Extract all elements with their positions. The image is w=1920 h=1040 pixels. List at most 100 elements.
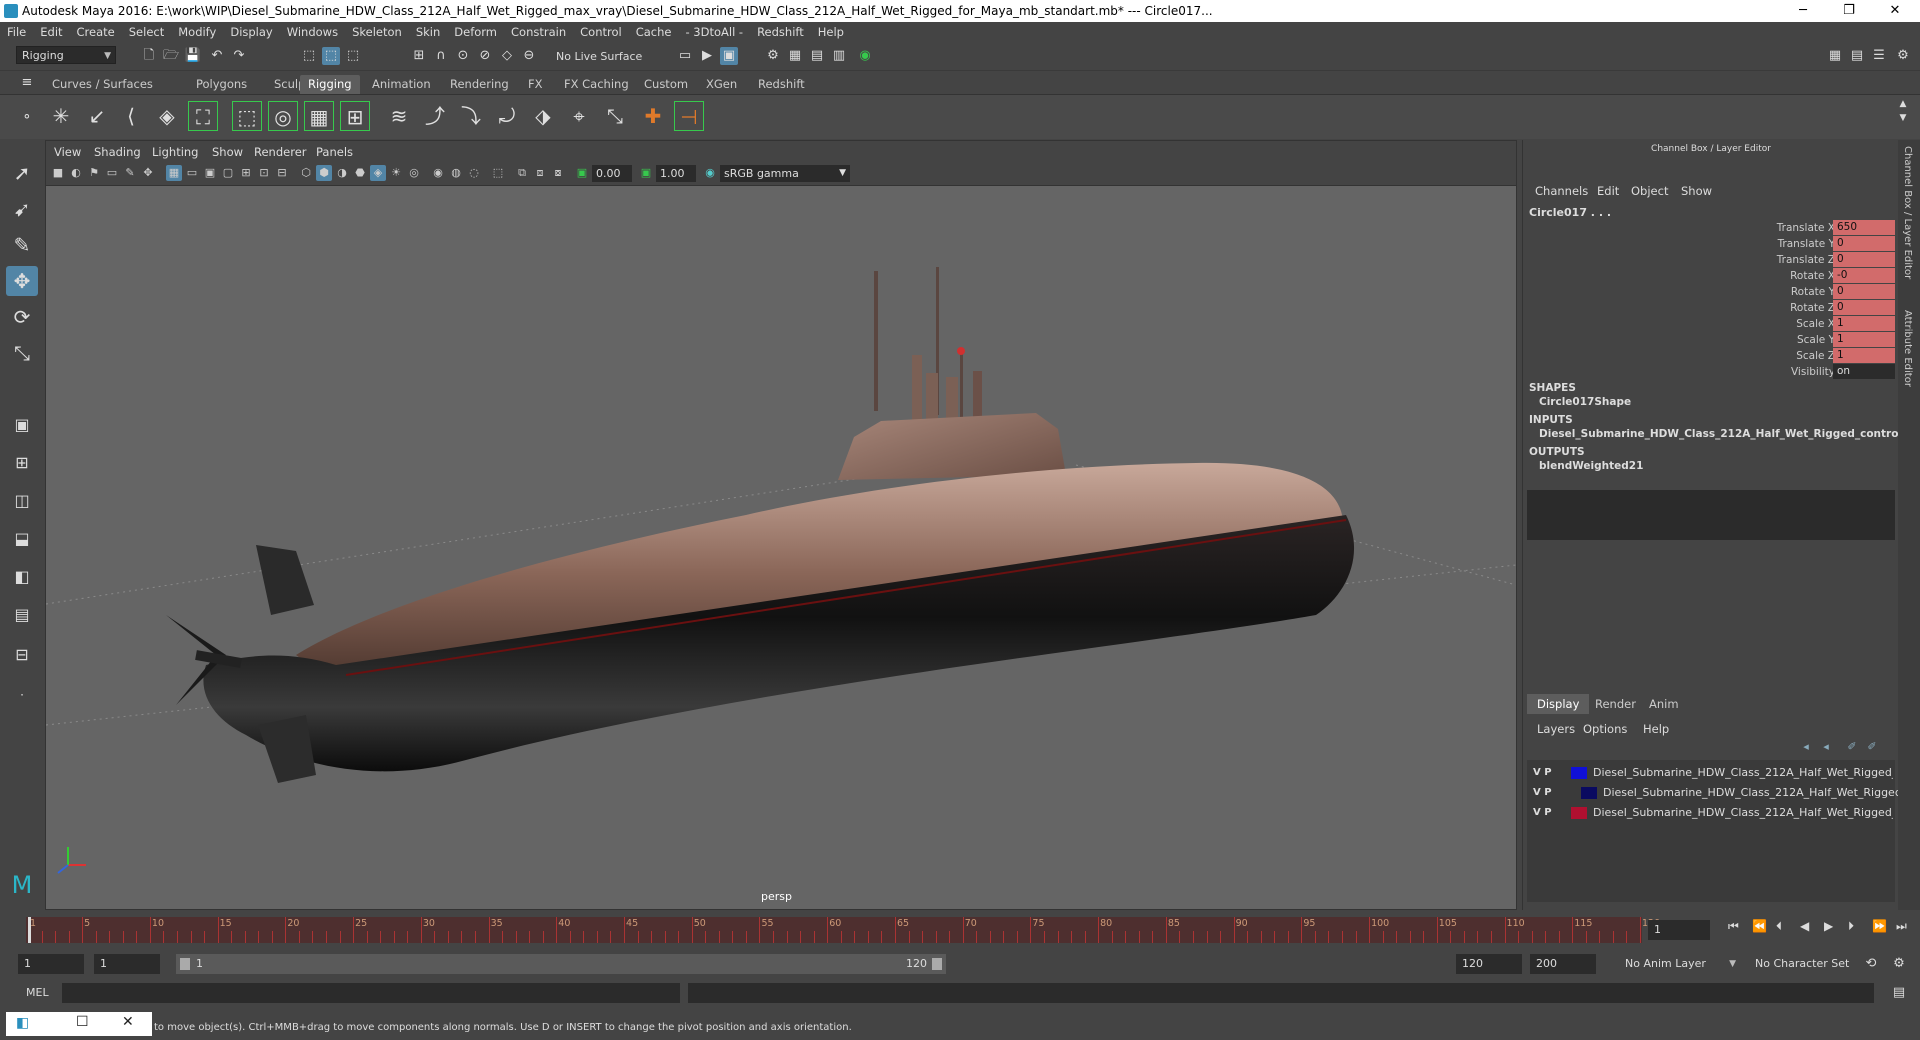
vray-icon[interactable]: ◉ — [856, 47, 874, 65]
textured-icon[interactable]: ⬣ — [352, 165, 368, 181]
vp-menu-renderer[interactable]: Renderer — [254, 145, 307, 159]
safe-action-icon[interactable]: ⊡ — [256, 165, 272, 181]
motion-blur-icon[interactable]: ◉ — [430, 165, 446, 181]
render-setup-icon[interactable]: ▥ — [830, 47, 848, 65]
attribute-editor-icon[interactable]: ⚙ — [1894, 47, 1912, 65]
attr-scale-x[interactable]: Scale X1 — [1523, 316, 1899, 332]
playback-start-field[interactable]: 1 — [94, 954, 160, 974]
go-to-end-icon[interactable]: ⏭ — [1896, 919, 1907, 934]
step-back-key-icon[interactable]: ⏪ — [1752, 919, 1767, 933]
undo-icon[interactable]: ↶ — [208, 47, 226, 65]
attr-rotate-z[interactable]: Rotate Z0 — [1523, 300, 1899, 316]
menu-3dtoall[interactable]: - 3DtoAll - — [678, 22, 750, 39]
cb-menu-object[interactable]: Object — [1631, 184, 1668, 198]
attr-visibility[interactable]: Visibility on — [1523, 364, 1899, 380]
layer-row[interactable]: V P Diesel_Submarine_HDW_Class_212A_Half… — [1529, 784, 1902, 803]
output-node[interactable]: blendWeighted21 — [1539, 460, 1643, 472]
menu-create[interactable]: Create — [70, 22, 122, 39]
snap-curve-icon[interactable]: ∩ — [432, 47, 450, 65]
menu-windows[interactable]: Windows — [280, 22, 345, 39]
current-frame-field[interactable]: 1 — [1648, 920, 1710, 940]
cluster-icon[interactable]: ⊞ — [340, 101, 370, 131]
antialias-icon[interactable]: ◍ — [448, 165, 464, 181]
character-set-dropdown[interactable]: No Character Set — [1750, 955, 1870, 973]
auto-key-icon[interactable]: ⟲ — [1862, 955, 1880, 973]
menu-skeleton[interactable]: Skeleton — [345, 22, 409, 39]
cb-menu-edit[interactable]: Edit — [1597, 184, 1619, 198]
orient-joint-icon[interactable]: ⤵ — [456, 101, 486, 131]
cb-menu-channels[interactable]: Channels — [1535, 184, 1588, 198]
tab-fx-caching[interactable]: FX Caching — [556, 75, 637, 94]
lasso-tool-icon[interactable]: ➹ — [6, 194, 38, 224]
vp-menu-panels[interactable]: Panels — [316, 145, 353, 159]
color-management-icon[interactable]: ◉ — [702, 165, 718, 181]
play-backward-icon[interactable]: ◀ — [1800, 919, 1809, 933]
ambient-occlusion-icon[interactable]: ◎ — [406, 165, 422, 181]
ipr-render-icon[interactable]: ▣ — [720, 47, 738, 65]
exposure-icon[interactable]: ▣ — [574, 165, 590, 181]
color-space-dropdown[interactable]: sRGB gamma ▼ — [720, 165, 850, 182]
close-icon[interactable]: ✕ — [122, 1014, 134, 1030]
twod-pan-icon[interactable]: ✥ — [140, 165, 156, 181]
grease-pencil-icon[interactable]: ✎ — [122, 165, 138, 181]
save-scene-icon[interactable]: 💾 — [184, 47, 202, 65]
restore-icon[interactable]: ☐ — [76, 1014, 89, 1030]
maya-taskbar-icon[interactable]: ◧ — [16, 1015, 29, 1031]
le-menu-help[interactable]: Help — [1643, 722, 1669, 736]
attr-translate-y[interactable]: Translate Y0 — [1523, 236, 1899, 252]
new-layer-icon[interactable]: ✐ — [1843, 738, 1861, 756]
anim-layer-dropdown[interactable]: No Anim Layer ▼ — [1620, 955, 1740, 973]
use-lights-icon[interactable]: ◈ — [370, 165, 386, 181]
tab-redshift[interactable]: Redshift — [750, 75, 813, 94]
redo-icon[interactable]: ↷ — [230, 47, 248, 65]
step-back-frame-icon[interactable]: ⏴ — [1776, 919, 1782, 934]
gamma-icon[interactable]: ▣ — [638, 165, 654, 181]
attr-value[interactable]: 0 — [1833, 252, 1895, 267]
two-pane-stacked-layout-icon[interactable]: ⬓ — [6, 524, 38, 554]
range-handle-start[interactable] — [180, 958, 190, 970]
layer-row[interactable]: V P Diesel_Submarine_HDW_Class_212A_Half… — [1529, 804, 1895, 823]
layer-row[interactable]: V P Diesel_Submarine_HDW_Class_212A_Half… — [1529, 764, 1895, 783]
dof-icon[interactable]: ◌ — [466, 165, 482, 181]
panel-layout-icon[interactable]: ▤ — [1848, 47, 1866, 65]
render-settings-icon[interactable]: ⚙ — [764, 47, 782, 65]
render-frame-icon[interactable]: ▶ — [698, 47, 716, 65]
attr-value[interactable]: on — [1833, 364, 1895, 379]
bookmark-icon[interactable]: ⚑ — [86, 165, 102, 181]
new-scene-icon[interactable]: 🗋 — [140, 47, 158, 65]
scroll-down-icon[interactable]: ▼ — [1894, 109, 1912, 127]
hypershade-layout-icon[interactable]: ⊟ — [6, 640, 38, 670]
persp-outliner-layout-icon[interactable]: ◧ — [6, 562, 38, 592]
cb-menu-show[interactable]: Show — [1681, 184, 1712, 198]
xray-icon[interactable]: ⧉ — [514, 165, 530, 181]
bind-skin-icon[interactable]: ⬚ — [232, 101, 262, 131]
tab-custom[interactable]: Custom — [636, 75, 696, 94]
graph-layout-icon[interactable]: ▤ — [6, 600, 38, 630]
tab-attribute-editor[interactable]: Attribute Editor — [1902, 310, 1913, 387]
layer-visibility-toggle[interactable]: V P — [1533, 787, 1552, 798]
attr-rotate-y[interactable]: Rotate Y0 — [1523, 284, 1899, 300]
tab-rigging[interactable]: Rigging — [300, 75, 360, 94]
attr-scale-y[interactable]: Scale Y1 — [1523, 332, 1899, 348]
menu-file[interactable]: File — [0, 22, 33, 39]
step-forward-key-icon[interactable]: ⏩ — [1872, 919, 1887, 933]
move-layer-down-icon[interactable]: ◂ — [1817, 738, 1835, 756]
script-editor-icon[interactable]: ▤ — [1890, 984, 1908, 1002]
tab-rendering[interactable]: Rendering — [442, 75, 517, 94]
menu-help[interactable]: Help — [811, 22, 851, 39]
menu-select[interactable]: Select — [122, 22, 171, 39]
gate-mask-icon[interactable]: ▢ — [220, 165, 236, 181]
minimize-button[interactable]: ─ — [1780, 0, 1826, 22]
shadows-icon[interactable]: ☀ — [388, 165, 404, 181]
two-pane-side-layout-icon[interactable]: ◫ — [6, 486, 38, 516]
scale-tool-icon[interactable]: ⤡ — [6, 338, 38, 368]
vp-menu-lighting[interactable]: Lighting — [152, 145, 198, 159]
menu-modify[interactable]: Modify — [171, 22, 223, 39]
film-gate-icon[interactable]: ▭ — [184, 165, 200, 181]
tab-curves-surfaces[interactable]: Curves / Surfaces — [44, 75, 161, 94]
snap-view-icon[interactable]: ⊘ — [476, 47, 494, 65]
wire-deformer-icon[interactable]: ⌖ — [564, 101, 594, 131]
tab-channel-box-layer-editor[interactable]: Channel Box / Layer Editor — [1902, 146, 1913, 279]
attr-value[interactable]: -0 — [1833, 268, 1895, 283]
camera-attrs-icon[interactable]: ◐ — [68, 165, 84, 181]
